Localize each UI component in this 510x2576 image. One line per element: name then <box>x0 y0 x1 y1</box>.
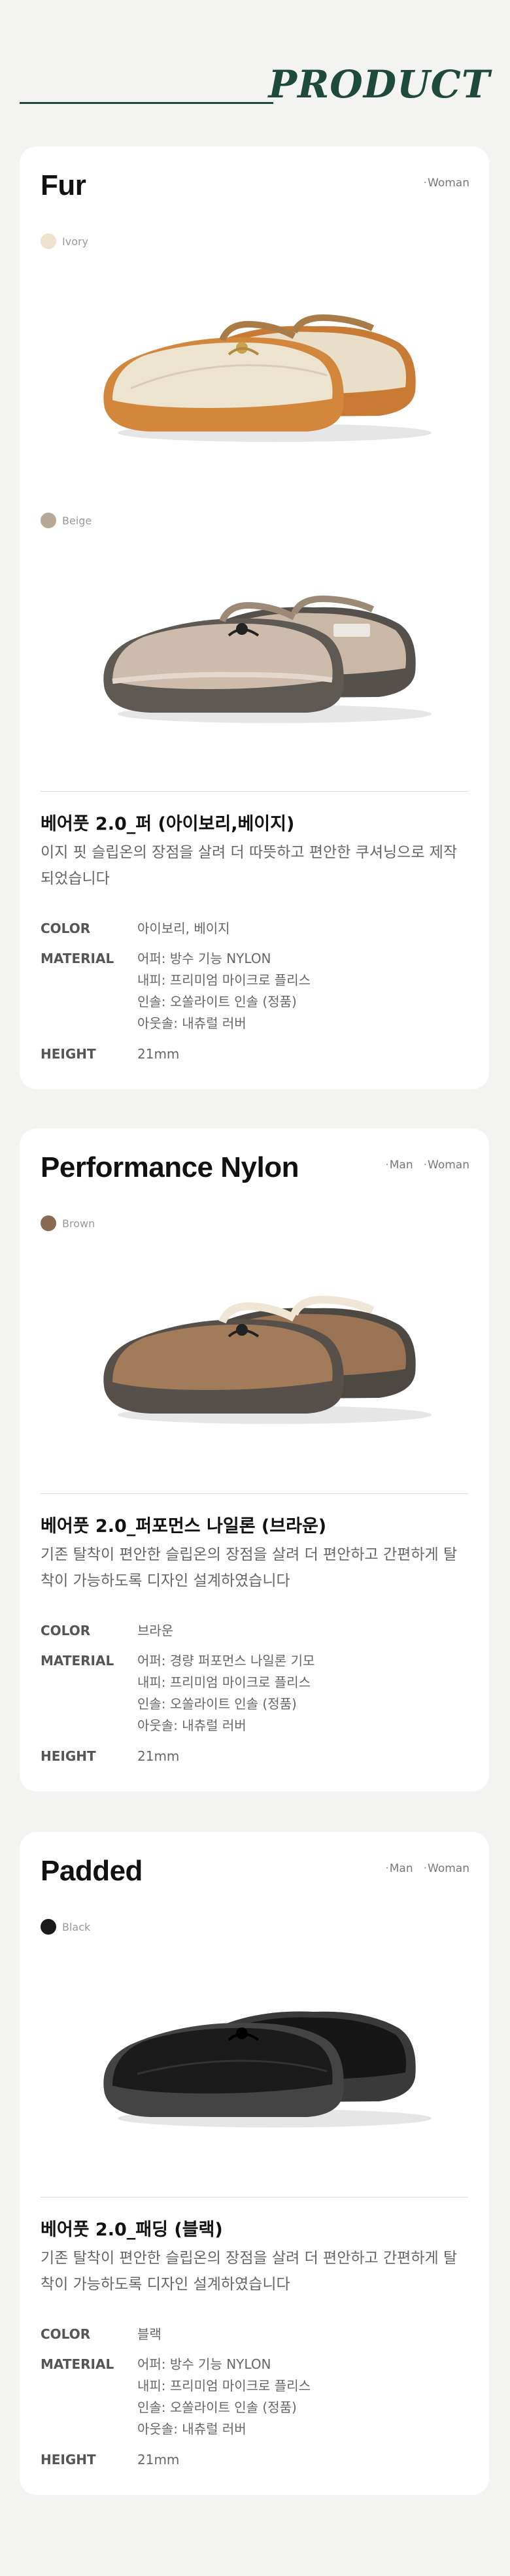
color-option-black: Black <box>41 1919 90 1935</box>
header-rule <box>20 102 273 104</box>
material-line: 인솔: 오쏠라이트 인솔 (정품) <box>137 994 297 1009</box>
color-option-beige: Beige <box>41 513 92 528</box>
color-swatch <box>41 513 56 528</box>
spec-value: 브라운 <box>137 1623 174 1638</box>
spec-label: HEIGHT <box>41 1748 96 1764</box>
spec-material: MATERIAL 어퍼: 방수 기능 NYLON 내피: 프리미엄 마이크로 플… <box>41 948 311 1034</box>
material-line: 아웃솔: 내츄럴 러버 <box>137 2421 246 2437</box>
material-line: 인솔: 오쏠라이트 인솔 (정품) <box>137 1696 297 1712</box>
spec-value: 21mm <box>137 1748 180 1764</box>
spec-label: COLOR <box>41 921 91 936</box>
gender-tag: Woman <box>424 1160 469 1171</box>
spec-color: COLOR 블랙 <box>41 2324 162 2345</box>
spec-label: COLOR <box>41 1623 91 1638</box>
spec-label: MATERIAL <box>41 951 114 966</box>
product-name: 베어풋 2.0_패딩 (블랙) <box>41 2220 223 2240</box>
spec-height: HEIGHT 21mm <box>41 2449 179 2471</box>
material-line: 인솔: 오쏠라이트 인솔 (정품) <box>137 2399 297 2415</box>
spec-height: HEIGHT 21mm <box>41 1043 179 1065</box>
product-card-padded: Padded Man Woman Black 베어풋 2.0_패딩 (블랙) 기… <box>20 1832 489 2495</box>
spec-value: 21mm <box>137 1046 180 1062</box>
shoe-image-beige <box>103 595 432 723</box>
section-title: PRODUCT <box>268 62 490 107</box>
product-description: 이지 핏 슬립온의 장점을 살려 더 따뜻하고 편안한 쿠셔닝으로 제작 되었습… <box>41 844 458 887</box>
gender-tag: Man <box>385 1160 413 1171</box>
card-title: Padded <box>41 1855 143 1887</box>
material-line: 어퍼: 방수 기능 NYLON <box>137 951 271 966</box>
product-page: PRODUCT Fur Woman Ivory Bei <box>0 0 510 2576</box>
spec-value: 21mm <box>137 2452 180 2467</box>
shoe-image-black <box>103 2011 432 2127</box>
product-name: 베어풋 2.0_퍼포먼스 나일론 (브라운) <box>41 1516 327 1536</box>
color-swatch <box>41 233 56 249</box>
card-title: Fur <box>41 169 86 201</box>
gender-tag: Man <box>385 1863 413 1874</box>
material-line: 아웃솔: 내츄럴 러버 <box>137 1718 246 1733</box>
spec-label: COLOR <box>41 2326 91 2342</box>
shoe-image-brown <box>103 1295 432 1424</box>
spec-height: HEIGHT 21mm <box>41 1746 179 1767</box>
color-label: Beige <box>62 514 92 527</box>
product-name: 베어풋 2.0_퍼 (아이보리,베이지) <box>41 814 295 834</box>
section-header: PRODUCT <box>0 0 510 131</box>
color-label: Ivory <box>62 235 89 248</box>
spec-color: COLOR 아이보리, 베이지 <box>41 918 230 940</box>
material-line: 아웃솔: 내츄럴 러버 <box>137 1015 246 1031</box>
gender-tags: Man Woman <box>385 1863 469 1874</box>
material-line: 어퍼: 방수 기능 NYLON <box>137 2356 271 2372</box>
spec-label: HEIGHT <box>41 1046 96 1062</box>
shoe-image-ivory <box>103 314 432 442</box>
spec-label: MATERIAL <box>41 1653 114 1669</box>
divider <box>41 1493 468 1494</box>
spec-value: 아이보리, 베이지 <box>137 921 230 936</box>
spec-material: MATERIAL 어퍼: 방수 기능 NYLON 내피: 프리미엄 마이크로 플… <box>41 2354 311 2440</box>
color-option-brown: Brown <box>41 1215 95 1231</box>
material-line: 내피: 프리미엄 마이크로 플리스 <box>137 972 311 988</box>
spec-value: 어퍼: 방수 기능 NYLON 내피: 프리미엄 마이크로 플리스 인솔: 오쏠… <box>137 2354 311 2440</box>
spec-color: COLOR 브라운 <box>41 1620 173 1642</box>
product-description: 기존 탈착이 편안한 슬립온의 장점을 살려 더 편안하고 간편하게 탈착이 가… <box>41 2250 458 2293</box>
card-title: Performance Nylon <box>41 1151 299 1183</box>
color-swatch <box>41 1215 56 1231</box>
gender-tags: Woman <box>424 178 469 189</box>
gender-tag: Woman <box>424 178 469 189</box>
material-line: 내피: 프리미엄 마이크로 플리스 <box>137 2378 311 2394</box>
material-line: 내피: 프리미엄 마이크로 플리스 <box>137 1674 311 1690</box>
spec-value: 블랙 <box>137 2326 162 2342</box>
product-card-performance-nylon: Performance Nylon Man Woman Brown 베어풋 2.… <box>20 1128 489 1791</box>
product-card-fur: Fur Woman Ivory Beige <box>20 146 489 1089</box>
color-label: Black <box>62 1920 91 1933</box>
color-swatch <box>41 1919 56 1935</box>
gender-tag: Woman <box>424 1863 469 1874</box>
spec-material: MATERIAL 어퍼: 경량 퍼포먼스 나일론 기모 내피: 프리미엄 마이크… <box>41 1650 314 1737</box>
spec-label: MATERIAL <box>41 2356 114 2372</box>
spec-label: HEIGHT <box>41 2452 96 2467</box>
material-line: 어퍼: 경량 퍼포먼스 나일론 기모 <box>137 1653 315 1669</box>
product-description: 기존 탈착이 편안한 슬립온의 장점을 살려 더 편안하고 간편하게 탈착이 가… <box>41 1546 458 1589</box>
divider <box>41 791 468 792</box>
color-option-ivory: Ivory <box>41 233 88 249</box>
spec-value: 어퍼: 경량 퍼포먼스 나일론 기모 내피: 프리미엄 마이크로 플리스 인솔:… <box>137 1650 314 1737</box>
spec-value: 어퍼: 방수 기능 NYLON 내피: 프리미엄 마이크로 플리스 인솔: 오쏠… <box>137 948 311 1034</box>
color-label: Brown <box>62 1217 95 1230</box>
gender-tags: Man Woman <box>385 1160 469 1171</box>
